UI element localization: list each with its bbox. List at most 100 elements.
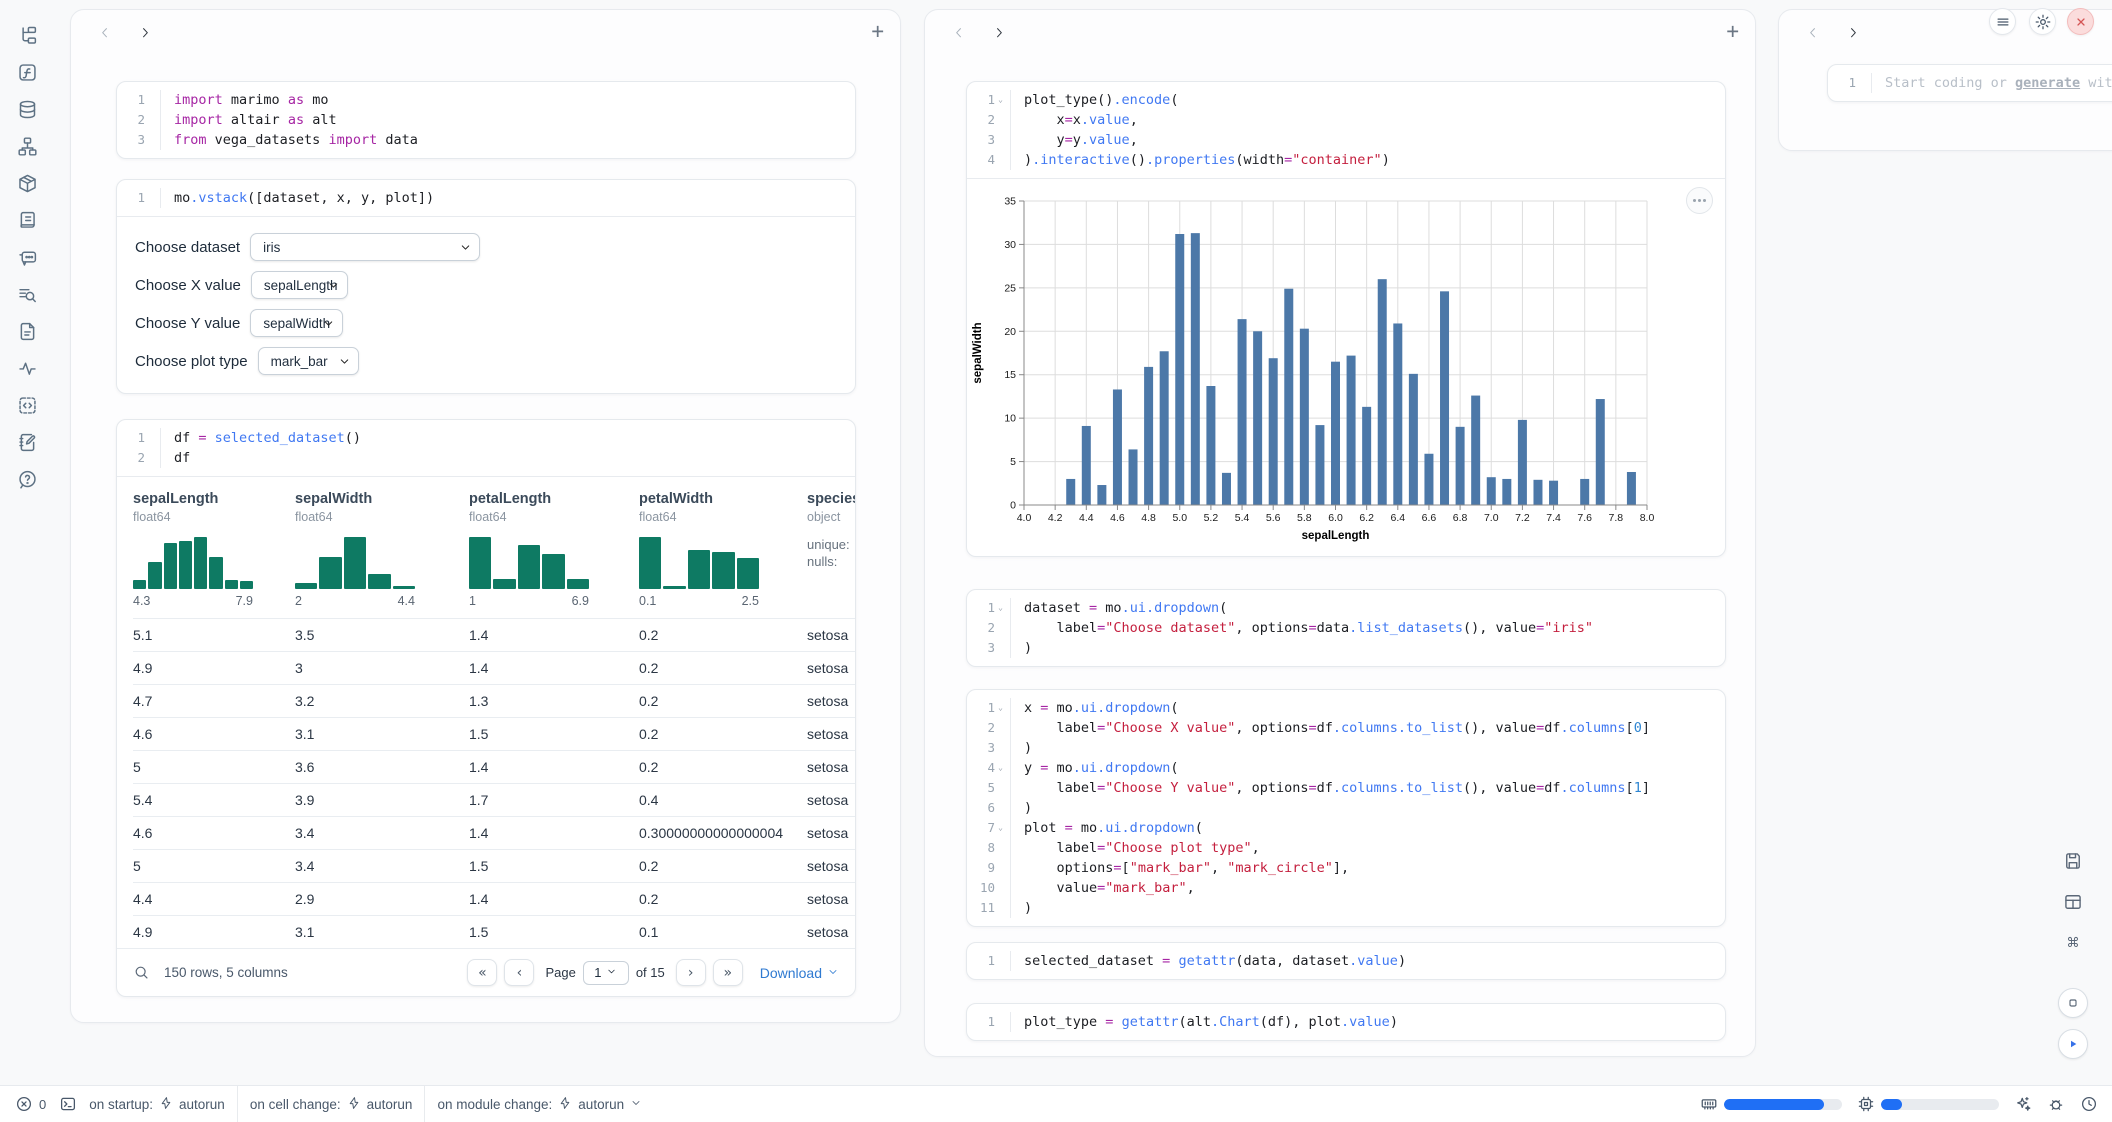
table-row[interactable]: 4.93.11.50.1setosa: [133, 915, 855, 948]
line-number: 9: [967, 858, 1011, 878]
code-editor[interactable]: 1⌄dataset = mo.ui.dropdown(2 label="Choo…: [967, 590, 1725, 666]
download-button[interactable]: Download: [760, 965, 839, 981]
table-row[interactable]: 5.13.51.40.2setosa: [133, 618, 855, 651]
prev-page-button[interactable]: ‹: [504, 959, 534, 986]
y-value-select[interactable]: sepalWidth: [250, 309, 343, 337]
runtime-config-3[interactable]: on module change:autorun: [437, 1096, 642, 1113]
sparkles-icon[interactable]: [2013, 1095, 2032, 1114]
save-button[interactable]: [2058, 846, 2088, 876]
code-editor[interactable]: 1mo.vstack([dataset, x, y, plot]): [117, 180, 855, 216]
table-column-header[interactable]: sepalWidthfloat6424.4: [295, 491, 469, 608]
column-prev-button[interactable]: [947, 21, 971, 45]
code-editor[interactable]: 1plot_type = getattr(alt.Chart(df), plot…: [967, 1004, 1725, 1040]
table-row[interactable]: 4.63.11.50.2setosa: [133, 717, 855, 750]
sidebar-snippets-icon[interactable]: [16, 394, 38, 416]
svg-text:7.2: 7.2: [1515, 512, 1530, 524]
runtime-config-1[interactable]: on startup:autorun: [89, 1096, 225, 1113]
column-histogram[interactable]: [639, 537, 759, 589]
close-icon: [2071, 12, 2090, 31]
plot-canvas[interactable]: 051015202530354.04.24.44.64.85.05.25.45.…: [967, 187, 1726, 547]
sidebar-scratchpad-icon[interactable]: [16, 431, 38, 453]
code-editor[interactable]: 1df = selected_dataset()2df: [117, 420, 855, 476]
sidebar-help-icon[interactable]: [16, 468, 38, 490]
line-number: 4⌄: [967, 758, 1011, 778]
column-histogram[interactable]: [295, 537, 415, 589]
column-prev-button[interactable]: [1801, 21, 1825, 45]
code-editor[interactable]: 1 Start coding or generate with: [1828, 65, 2112, 101]
add-cell-button[interactable]: +: [1726, 21, 1739, 42]
shutdown-button[interactable]: [2067, 8, 2094, 35]
code-line: 9 options=["mark_bar", "mark_circle"],: [967, 858, 1725, 878]
table-row[interactable]: 4.63.41.40.30000000000000004setosa: [133, 816, 855, 849]
generate-link[interactable]: generate: [2015, 75, 2080, 91]
dropdown-row: Choose X valuesepalLength: [135, 271, 855, 299]
table-row[interactable]: 4.931.40.2setosa: [133, 651, 855, 684]
sidebar-dependencies-icon[interactable]: [16, 135, 38, 157]
sidebar-ai-chat-icon[interactable]: [16, 246, 38, 268]
code-editor[interactable]: 1selected_dataset = getattr(data, datase…: [967, 943, 1725, 979]
code-editor[interactable]: 1import marimo as mo2import altair as al…: [117, 82, 855, 158]
table-column-header[interactable]: speciesobjectunique:nulls:: [807, 491, 855, 608]
next-page-button[interactable]: ›: [676, 959, 706, 986]
column-name: species: [807, 491, 855, 507]
bug-icon[interactable]: [2046, 1095, 2065, 1114]
table-column-header[interactable]: sepalLengthfloat644.37.9: [133, 491, 295, 608]
terminal-button[interactable]: [58, 1095, 77, 1114]
error-count: 0: [39, 1097, 46, 1112]
errors-button[interactable]: [14, 1095, 33, 1114]
sidebar-datasources-icon[interactable]: [16, 98, 38, 120]
svg-text:5.0: 5.0: [1172, 512, 1187, 524]
last-page-button[interactable]: »: [713, 959, 743, 986]
column-next-button[interactable]: [1841, 21, 1865, 45]
stop-button[interactable]: [2058, 988, 2088, 1018]
table-column-header[interactable]: petalLengthfloat6416.9: [469, 491, 639, 608]
svg-text:5.6: 5.6: [1266, 512, 1281, 524]
dataset-select[interactable]: iris: [250, 233, 480, 261]
svg-text:5.8: 5.8: [1297, 512, 1312, 524]
plot-type-select[interactable]: mark_bar: [258, 347, 359, 375]
code-cell-imports: 1import marimo as mo2import altair as al…: [116, 81, 856, 159]
chevron-down-icon: [630, 1097, 642, 1112]
table-row[interactable]: 53.61.40.2setosa: [133, 750, 855, 783]
chevron-down-icon: [459, 241, 472, 254]
line-number: 11: [967, 898, 1011, 918]
sidebar-packages-icon[interactable]: [16, 172, 38, 194]
table-row[interactable]: 4.73.21.30.2setosa: [133, 684, 855, 717]
line-number: 1⌄: [967, 698, 1011, 718]
clock-icon[interactable]: [2079, 1095, 2098, 1114]
code-editor[interactable]: 1⌄x = mo.ui.dropdown(2 label="Choose X v…: [967, 690, 1725, 926]
app-view-button[interactable]: [2058, 887, 2088, 917]
run-all-button[interactable]: [2058, 1029, 2088, 1059]
add-cell-button[interactable]: +: [871, 21, 884, 42]
runtime-config-2[interactable]: on cell change:autorun: [250, 1096, 413, 1113]
svg-text:10: 10: [1004, 413, 1016, 425]
sidebar-logs-icon[interactable]: [16, 209, 38, 231]
menu-button[interactable]: [1989, 8, 2016, 35]
first-page-button[interactable]: «: [467, 959, 497, 986]
line-number: 1: [117, 188, 161, 208]
column-histogram[interactable]: [469, 537, 589, 589]
column-prev-button[interactable]: [93, 21, 117, 45]
keyboard-shortcuts-button[interactable]: ⌘: [2058, 928, 2088, 958]
column-next-button[interactable]: [133, 21, 157, 45]
table-row[interactable]: 53.41.50.2setosa: [133, 849, 855, 882]
column-histogram[interactable]: [133, 537, 253, 589]
table-row[interactable]: 4.42.91.40.2setosa: [133, 882, 855, 915]
code-line: 2 label="Choose dataset", options=data.l…: [967, 618, 1725, 638]
sidebar-file-tree-icon[interactable]: [16, 24, 38, 46]
sidebar-tracing-icon[interactable]: [16, 357, 38, 379]
sidebar-functions-icon[interactable]: [16, 61, 38, 83]
table-row[interactable]: 5.43.91.70.4setosa: [133, 783, 855, 816]
column-next-button[interactable]: [987, 21, 1011, 45]
x-value-select[interactable]: sepalLength: [251, 271, 348, 299]
table-column-header[interactable]: petalWidthfloat640.12.5: [639, 491, 807, 608]
chart-options-button[interactable]: [1686, 187, 1713, 214]
settings-button[interactable]: [2029, 8, 2056, 35]
search-icon[interactable]: [133, 964, 150, 981]
column-name: sepalWidth: [295, 491, 469, 507]
page-select[interactable]: 1: [583, 961, 629, 985]
sidebar-documentation-icon[interactable]: [16, 320, 38, 342]
sidebar-outline-search-icon[interactable]: [16, 283, 38, 305]
code-editor[interactable]: 1⌄plot_type().encode(2 x=x.value,3 y=y.v…: [967, 82, 1725, 178]
editor-placeholder: Start coding or generate with: [1872, 73, 2112, 93]
